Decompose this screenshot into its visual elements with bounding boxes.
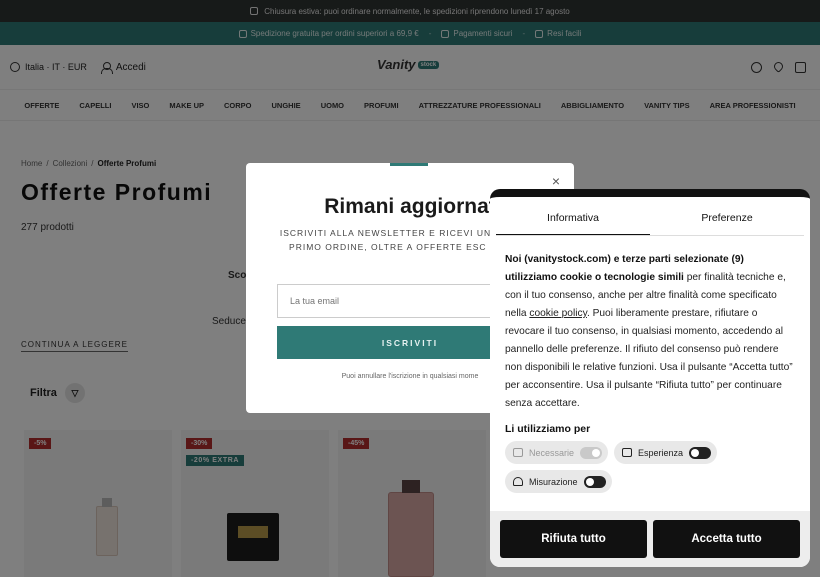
accept-all-button[interactable]: Accetta tutto bbox=[653, 520, 800, 558]
cookie-purpose-list: Necessarie Esperienza Misurazione bbox=[505, 441, 795, 493]
tab-informativa[interactable]: Informativa bbox=[496, 197, 650, 236]
layers-icon bbox=[622, 448, 633, 457]
toggle-necessarie bbox=[580, 446, 603, 459]
toggle-misurazione[interactable] bbox=[583, 475, 606, 488]
purpose-label: Esperienza bbox=[638, 447, 684, 458]
reject-all-button[interactable]: Rifiuta tutto bbox=[500, 520, 647, 558]
purpose-esperienza: Esperienza bbox=[614, 441, 718, 464]
chip-icon bbox=[513, 448, 523, 457]
cookie-text: Noi (vanitystock.com) e terze parti sele… bbox=[505, 251, 795, 413]
modal-accent-bar bbox=[390, 163, 428, 166]
cookie-body[interactable]: Noi (vanitystock.com) e terze parti sele… bbox=[490, 236, 810, 511]
cookie-text-part: . Puoi liberamente prestare, rifiutare o… bbox=[505, 308, 793, 409]
toggle-esperienza[interactable] bbox=[689, 446, 712, 459]
purpose-label: Necessarie bbox=[529, 447, 575, 458]
cookie-purposes-heading: Li utilizziamo per bbox=[505, 423, 591, 435]
purpose-misurazione: Misurazione bbox=[505, 470, 612, 493]
cookie-consent-panel: Informativa Preferenze Noi (vanitystock.… bbox=[490, 189, 810, 567]
purpose-label: Misurazione bbox=[529, 476, 578, 487]
cookie-tabs: Informativa Preferenze bbox=[496, 197, 804, 236]
purpose-necessarie: Necessarie bbox=[505, 441, 609, 464]
gauge-icon bbox=[513, 477, 523, 486]
close-icon[interactable]: × bbox=[552, 173, 560, 189]
tab-preferenze[interactable]: Preferenze bbox=[650, 197, 804, 236]
cookie-policy-link[interactable]: cookie policy bbox=[529, 308, 587, 319]
tab-divider bbox=[496, 235, 804, 236]
cookie-actions: Rifiuta tutto Accetta tutto bbox=[490, 511, 810, 567]
